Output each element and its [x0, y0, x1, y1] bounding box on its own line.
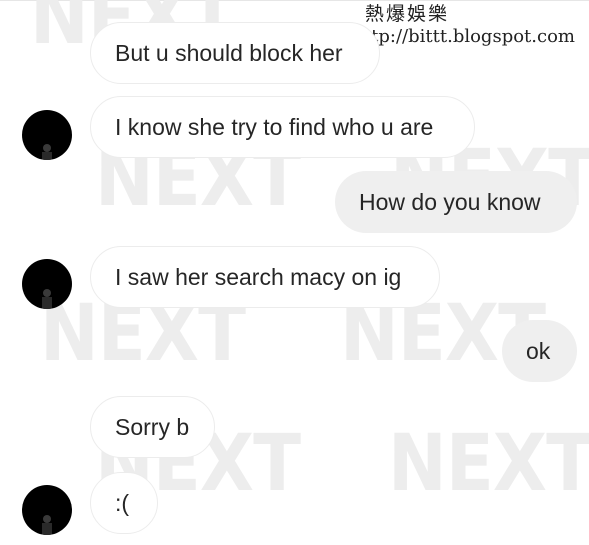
blog-watermark: 熱爆娛樂 http://bittt.blogspot.com	[352, 2, 575, 48]
message-text: ok	[526, 337, 551, 364]
message-bubble-outgoing[interactable]: How do you know	[335, 171, 577, 233]
message-bubble-outgoing[interactable]: ok	[502, 320, 577, 382]
avatar[interactable]	[22, 485, 72, 535]
message-text: :(	[115, 489, 130, 516]
person-silhouette-icon	[42, 515, 52, 535]
blog-url: http://bittt.blogspot.com	[352, 26, 575, 47]
message-text: Sorry b	[115, 413, 190, 440]
message-text: I saw her search macy on ig	[115, 263, 402, 290]
message-text: I know she try to find who u are	[115, 113, 434, 140]
blog-title: 熱爆娛樂	[364, 3, 449, 25]
message-bubble-incoming[interactable]: Sorry b	[90, 396, 215, 458]
message-bubble-incoming[interactable]: I know she try to find who u are	[90, 96, 475, 158]
person-silhouette-icon	[42, 144, 52, 160]
message-bubble-incoming[interactable]: But u should block her	[90, 22, 380, 84]
message-bubble-incoming[interactable]: I saw her search macy on ig	[90, 246, 440, 308]
message-text: But u should block her	[115, 39, 343, 66]
avatar[interactable]	[22, 259, 72, 309]
avatar[interactable]	[22, 110, 72, 160]
person-silhouette-icon	[42, 289, 52, 309]
message-bubble-incoming[interactable]: :(	[90, 472, 158, 534]
watermark: NEXT	[388, 419, 589, 509]
message-text: How do you know	[359, 188, 541, 215]
